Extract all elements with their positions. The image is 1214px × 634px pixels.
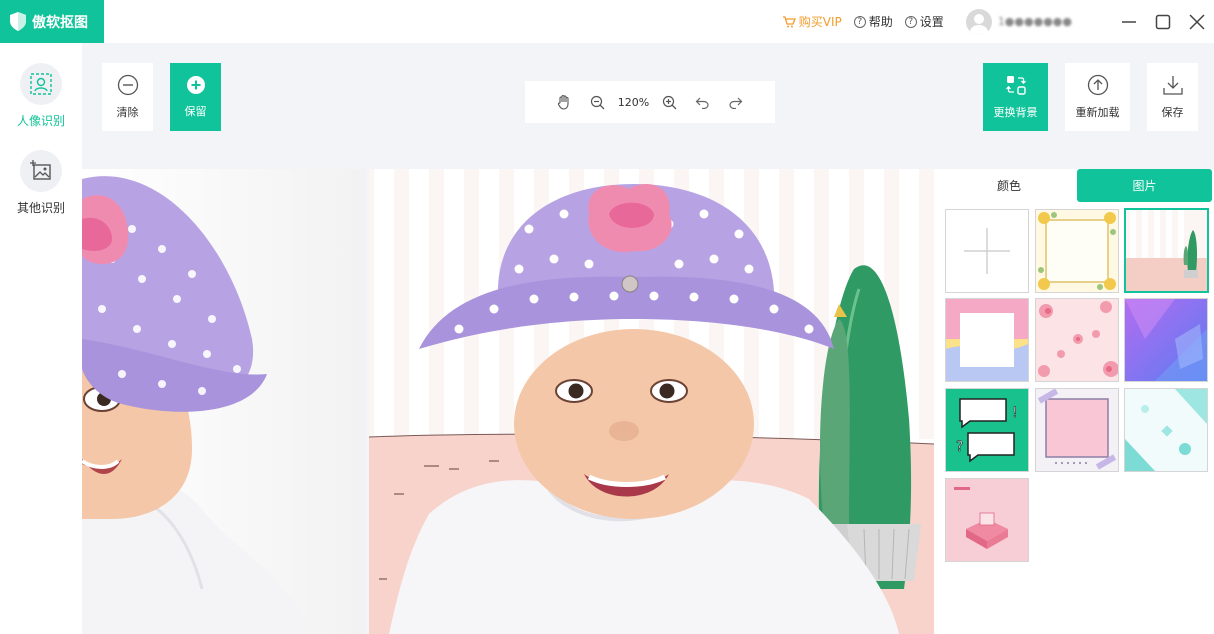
reload-label: 重新加载 [1075, 106, 1120, 119]
help-label: 帮助 [868, 15, 893, 29]
pan-button[interactable] [548, 81, 581, 123]
background-thumbnail[interactable] [945, 298, 1029, 382]
result-image-canvas[interactable] [369, 169, 934, 634]
plus-circle-icon [186, 76, 205, 94]
tab-color[interactable]: 颜色 [944, 169, 1074, 202]
teal-shapes-thumbnail [1125, 389, 1207, 471]
minus-circle-icon [117, 74, 138, 96]
username[interactable]: 1●●●●●●● [998, 15, 1072, 28]
redo-icon [729, 97, 743, 109]
plus-icon [964, 228, 1010, 274]
undo-icon [695, 97, 709, 109]
background-thumbnail[interactable]: !? [945, 388, 1029, 472]
app-title: 傲软抠图 [32, 14, 88, 31]
hand-icon [558, 94, 569, 110]
tab-label: 颜色 [996, 179, 1021, 193]
zoom-level: 120% [617, 95, 650, 109]
app-logo: 傲软抠图 [0, 0, 104, 43]
avatar[interactable] [965, 8, 992, 35]
redo-button[interactable] [719, 81, 752, 123]
background-thumbnail[interactable] [945, 478, 1029, 562]
svg-text:!: ! [1012, 405, 1018, 421]
save-label: 保存 [1161, 106, 1184, 119]
background-thumbnail[interactable] [1124, 388, 1208, 472]
shield-logo-icon [10, 12, 26, 31]
swap-background-icon [1005, 76, 1026, 95]
left-sidebar: 人像识别 其他识别 [0, 43, 82, 634]
sidebar-item-label: 其他识别 [16, 201, 65, 215]
settings-link[interactable]: ? 设置 [904, 13, 944, 30]
pink-tape-frame-thumbnail [1036, 389, 1118, 471]
minimize-icon [1122, 20, 1136, 23]
portrait-recognition-icon [20, 63, 62, 105]
zoom-in-button[interactable] [653, 81, 686, 123]
sidebar-item-label: 人像识别 [16, 114, 65, 128]
floral-frame-thumbnail [1038, 212, 1116, 290]
change-background-label: 更换背景 [993, 106, 1038, 119]
undo-button[interactable] [686, 81, 719, 123]
pink-flowers-thumbnail [1036, 299, 1118, 381]
background-thumbnail-selected[interactable] [1124, 208, 1209, 293]
clear-label: 清除 [116, 106, 139, 119]
background-thumbnail[interactable] [1035, 388, 1119, 472]
tab-image[interactable]: 图片 [1077, 169, 1212, 202]
maximize-icon [1155, 14, 1171, 29]
reload-button[interactable]: 重新加载 [1065, 63, 1130, 131]
sidebar-item-other[interactable]: 其他识别 [0, 150, 82, 216]
keep-label: 保留 [184, 105, 207, 118]
add-background-thumbnail[interactable] [945, 209, 1029, 293]
upload-circle-icon [1087, 74, 1108, 96]
maximize-button[interactable] [1146, 0, 1180, 43]
clear-button[interactable]: 清除 [102, 63, 153, 131]
result-photo [369, 169, 934, 634]
zoom-in-icon [663, 95, 677, 109]
minimize-button[interactable] [1112, 0, 1146, 43]
help-icon: ? [853, 15, 866, 28]
settings-label: 设置 [919, 15, 944, 29]
save-button[interactable]: 保存 [1147, 63, 1198, 131]
purple-geometric-thumbnail [1125, 299, 1207, 381]
background-thumbnail[interactable] [1035, 209, 1119, 293]
download-icon [1162, 76, 1183, 95]
buy-vip-label: 购买VIP [798, 15, 842, 29]
background-thumbnail[interactable] [1035, 298, 1119, 382]
zoom-toolbar: 120% [525, 81, 775, 123]
svg-text:?: ? [956, 439, 963, 455]
settings-icon: ? [904, 15, 917, 28]
sidebar-item-portrait[interactable]: 人像识别 [0, 63, 82, 129]
close-icon [1189, 13, 1205, 30]
speech-bubbles-thumbnail: !? [946, 389, 1028, 471]
pink-podium-thumbnail [946, 479, 1028, 561]
original-photo [82, 176, 312, 634]
change-background-button[interactable]: 更换背景 [983, 63, 1048, 131]
cactus-room-thumbnail [1126, 210, 1207, 291]
keep-button[interactable]: 保留 [170, 63, 221, 131]
pastel-frame-thumbnail [946, 299, 1028, 381]
cart-icon [782, 15, 796, 27]
zoom-out-button[interactable] [581, 81, 614, 123]
original-image-canvas[interactable] [82, 169, 365, 634]
buy-vip-link[interactable]: 购买VIP [782, 13, 842, 30]
tab-label: 图片 [1132, 179, 1157, 193]
background-thumbnail[interactable] [1124, 298, 1208, 382]
close-button[interactable] [1180, 0, 1214, 43]
image-recognition-icon [20, 150, 62, 192]
title-bar: 傲软抠图 购买VIP ? 帮助 ? 设置 1●●●●●●● [0, 0, 1214, 43]
help-link[interactable]: ? 帮助 [853, 13, 893, 30]
background-panel: 颜色 图片 !? [934, 169, 1214, 634]
zoom-out-icon [590, 95, 605, 109]
